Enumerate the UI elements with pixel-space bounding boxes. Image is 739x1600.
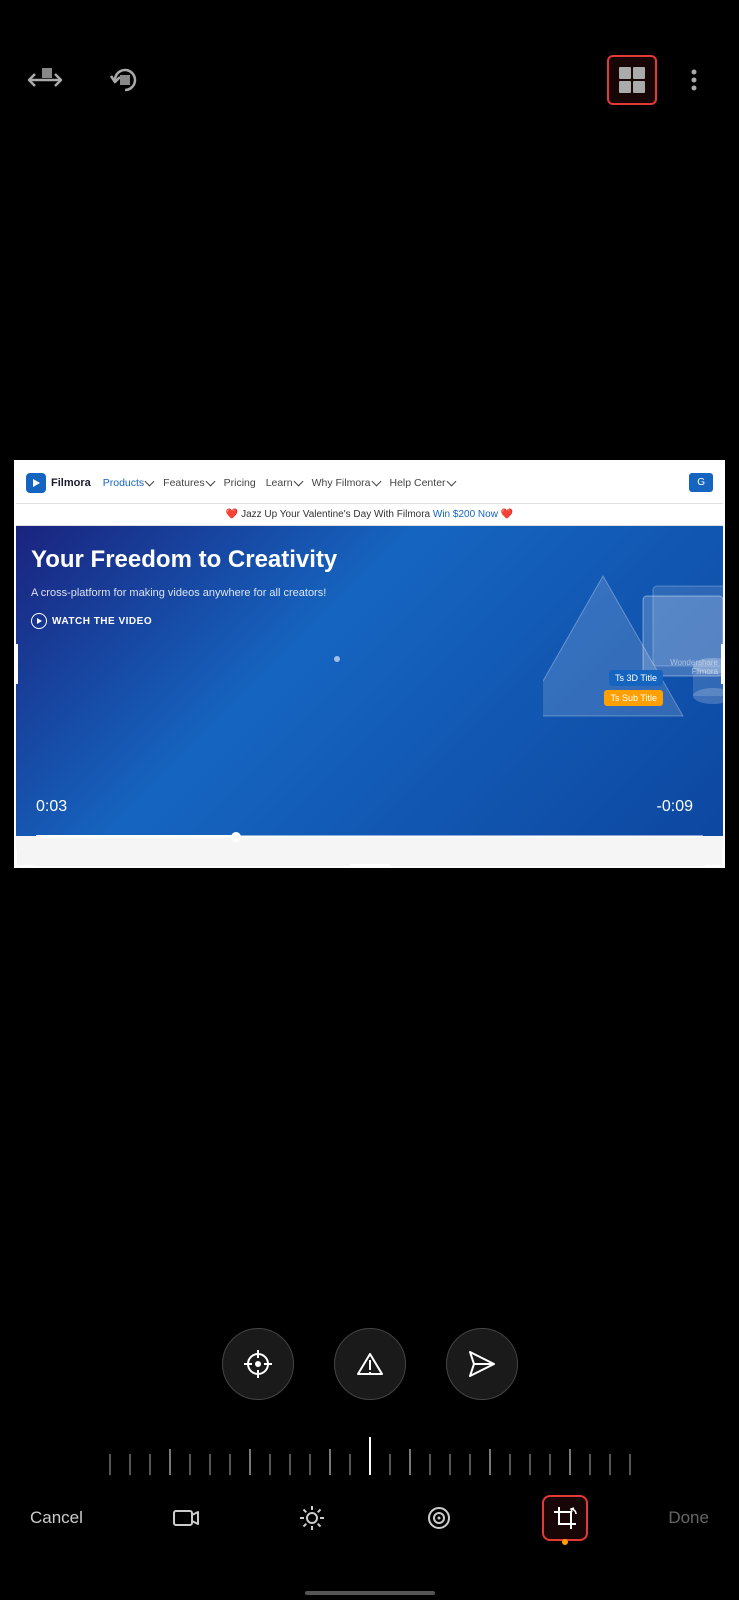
help-chevron — [446, 477, 456, 487]
cancel-label: Cancel — [30, 1508, 83, 1528]
website-logo: Filmora — [26, 473, 91, 493]
handle-bottom-left[interactable] — [15, 849, 33, 867]
handle-top-left[interactable] — [15, 461, 33, 479]
tick — [149, 1454, 151, 1476]
nav-features: Features — [163, 477, 213, 489]
pointer-up-button[interactable] — [334, 1328, 406, 1400]
tick — [529, 1454, 531, 1476]
handle-bottom-right[interactable] — [706, 849, 724, 867]
tick — [129, 1454, 131, 1476]
promo-banner: ❤️ Jazz Up Your Valentine's Day With Fil… — [16, 504, 723, 526]
nav-pricing: Pricing — [224, 477, 256, 489]
overlay-subtitle: Ts Sub Title — [604, 690, 663, 706]
tick — [309, 1454, 311, 1476]
home-indicator — [305, 1591, 435, 1595]
tab-crop[interactable] — [542, 1495, 588, 1541]
heart-left: ❤️ — [226, 509, 238, 520]
handle-mid-bottom[interactable] — [350, 864, 390, 868]
watermark: Wondershare Filmora — [670, 658, 723, 676]
tick — [429, 1454, 431, 1476]
logo-text: Filmora — [51, 477, 91, 489]
time-remaining: -0:09 — [657, 798, 693, 816]
tick — [609, 1454, 611, 1476]
tick — [269, 1454, 271, 1476]
tick — [549, 1454, 551, 1476]
video-preview: Filmora Products Features Pricing Learn — [14, 460, 725, 868]
heart-right: ❤️ — [501, 509, 513, 520]
features-chevron — [205, 477, 215, 487]
tick — [289, 1454, 291, 1476]
nav-help: Help Center — [390, 477, 455, 489]
tick — [109, 1454, 111, 1476]
tick — [629, 1454, 631, 1476]
nav-items: Products Features Pricing Learn Why Film… — [103, 477, 455, 489]
more-icon-btn[interactable] — [669, 55, 719, 105]
layout-icon-btn[interactable] — [607, 55, 657, 105]
lens-button[interactable] — [222, 1328, 294, 1400]
tick — [509, 1454, 511, 1476]
time-current: 0:03 — [36, 798, 67, 816]
tick — [449, 1454, 451, 1476]
cancel-button[interactable]: Cancel — [30, 1508, 83, 1528]
handle-top-right[interactable] — [706, 461, 724, 479]
tick — [229, 1454, 231, 1476]
hero-section: Your Freedom to Creativity A cross-platf… — [16, 526, 723, 836]
circle-icon-wrap — [416, 1495, 462, 1541]
progress-bar[interactable] — [36, 835, 703, 838]
why-chevron — [371, 477, 381, 487]
watch-btn: WATCH THE VIDEO — [31, 613, 403, 629]
send-button[interactable] — [446, 1328, 518, 1400]
cursor-dot — [334, 656, 340, 662]
transform-icon-btn[interactable] — [20, 55, 70, 105]
bottom-controls: Cancel — [0, 1250, 739, 1600]
nav-products: Products — [103, 477, 153, 489]
nav-why-filmora: Why Filmora — [312, 477, 380, 489]
tick — [469, 1454, 471, 1476]
tick — [209, 1454, 211, 1476]
tick — [189, 1454, 191, 1476]
rotate-icon-btn[interactable] — [100, 55, 150, 105]
play-circle-icon — [31, 613, 47, 629]
hero-shapes — [543, 536, 723, 756]
crop-icon-wrap — [542, 1495, 588, 1541]
top-toolbar — [0, 0, 739, 185]
tab-video[interactable] — [163, 1495, 209, 1541]
website-nav: Filmora Products Features Pricing Learn — [16, 462, 723, 504]
tab-circle[interactable] — [416, 1495, 462, 1541]
products-chevron — [145, 477, 155, 487]
tab-bar: Cancel — [0, 1475, 739, 1560]
right-icons — [607, 55, 719, 105]
tick — [589, 1454, 591, 1476]
brightness-icon-wrap — [289, 1495, 335, 1541]
handle-mid-top[interactable] — [350, 460, 390, 464]
handle-mid-right[interactable] — [721, 644, 725, 684]
handle-mid-left[interactable] — [14, 644, 18, 684]
nav-learn: Learn — [266, 477, 302, 489]
tick — [349, 1454, 351, 1476]
tick — [389, 1454, 391, 1476]
done-label: Done — [668, 1508, 709, 1528]
hero-subtitle: A cross-platform for making videos anywh… — [31, 585, 403, 602]
overlay-3d-title: Ts 3D Title — [609, 670, 663, 686]
left-icons — [20, 55, 150, 105]
video-icon-wrap — [163, 1495, 209, 1541]
done-button[interactable]: Done — [668, 1508, 709, 1528]
win-link: Win $200 Now — [433, 509, 498, 520]
action-buttons — [0, 1328, 739, 1400]
tab-brightness[interactable] — [289, 1495, 335, 1541]
hero-title: Your Freedom to Creativity — [31, 546, 403, 575]
website-screenshot: Filmora Products Features Pricing Learn — [16, 462, 723, 866]
learn-chevron — [293, 477, 303, 487]
hero-text: Your Freedom to Creativity A cross-platf… — [31, 546, 403, 629]
